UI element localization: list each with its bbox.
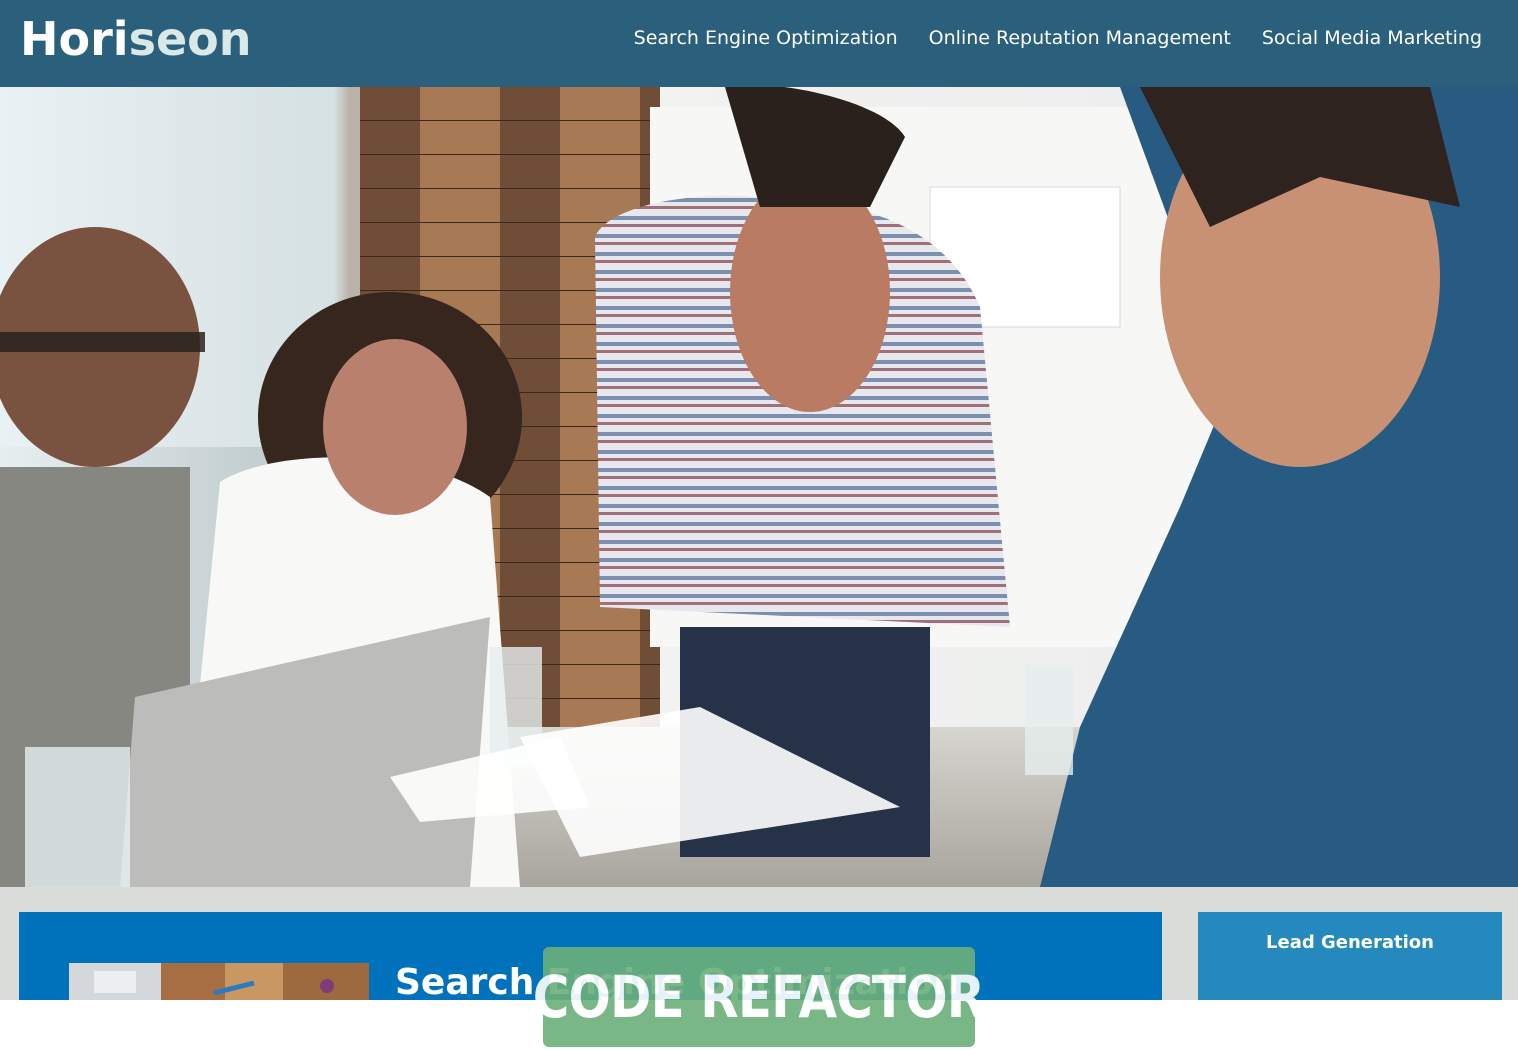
logo-main-text: Hori (20, 12, 129, 66)
code-refactor-label: CODE REFACTOR (533, 963, 985, 1031)
main-nav: Search Engine Optimization Online Reputa… (634, 25, 1482, 51)
team-meeting-photo (0, 87, 1518, 887)
lead-generation-title: Lead Generation (1266, 932, 1434, 953)
lead-generation-card (1198, 912, 1502, 1000)
nav-link-social-media[interactable]: Social Media Marketing (1262, 25, 1482, 51)
logo-accent-text: seon (128, 12, 252, 66)
nav-link-reputation[interactable]: Online Reputation Management (929, 25, 1231, 51)
code-refactor-badge: CODE REFACTOR (533, 947, 986, 1047)
seo-card-thumbnail (69, 963, 369, 1000)
site-logo[interactable]: Horiseon (20, 12, 252, 66)
hero-image (0, 87, 1518, 887)
desk-photo (69, 963, 369, 1000)
nav-link-seo[interactable]: Search Engine Optimization (634, 25, 898, 51)
site-header: Horiseon Search Engine Optimization Onli… (0, 0, 1518, 87)
